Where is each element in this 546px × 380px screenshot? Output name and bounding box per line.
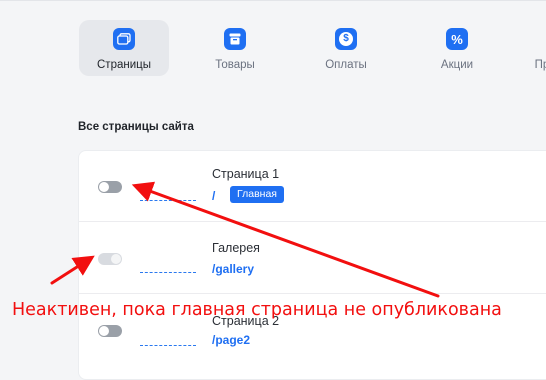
annotation-arrows xyxy=(50,181,440,298)
annotation-text: Неактивен, пока главная страница не опуб… xyxy=(12,300,502,320)
arrow-to-toggle-2 xyxy=(50,255,95,285)
arrow-to-toggle-1 xyxy=(131,181,440,298)
